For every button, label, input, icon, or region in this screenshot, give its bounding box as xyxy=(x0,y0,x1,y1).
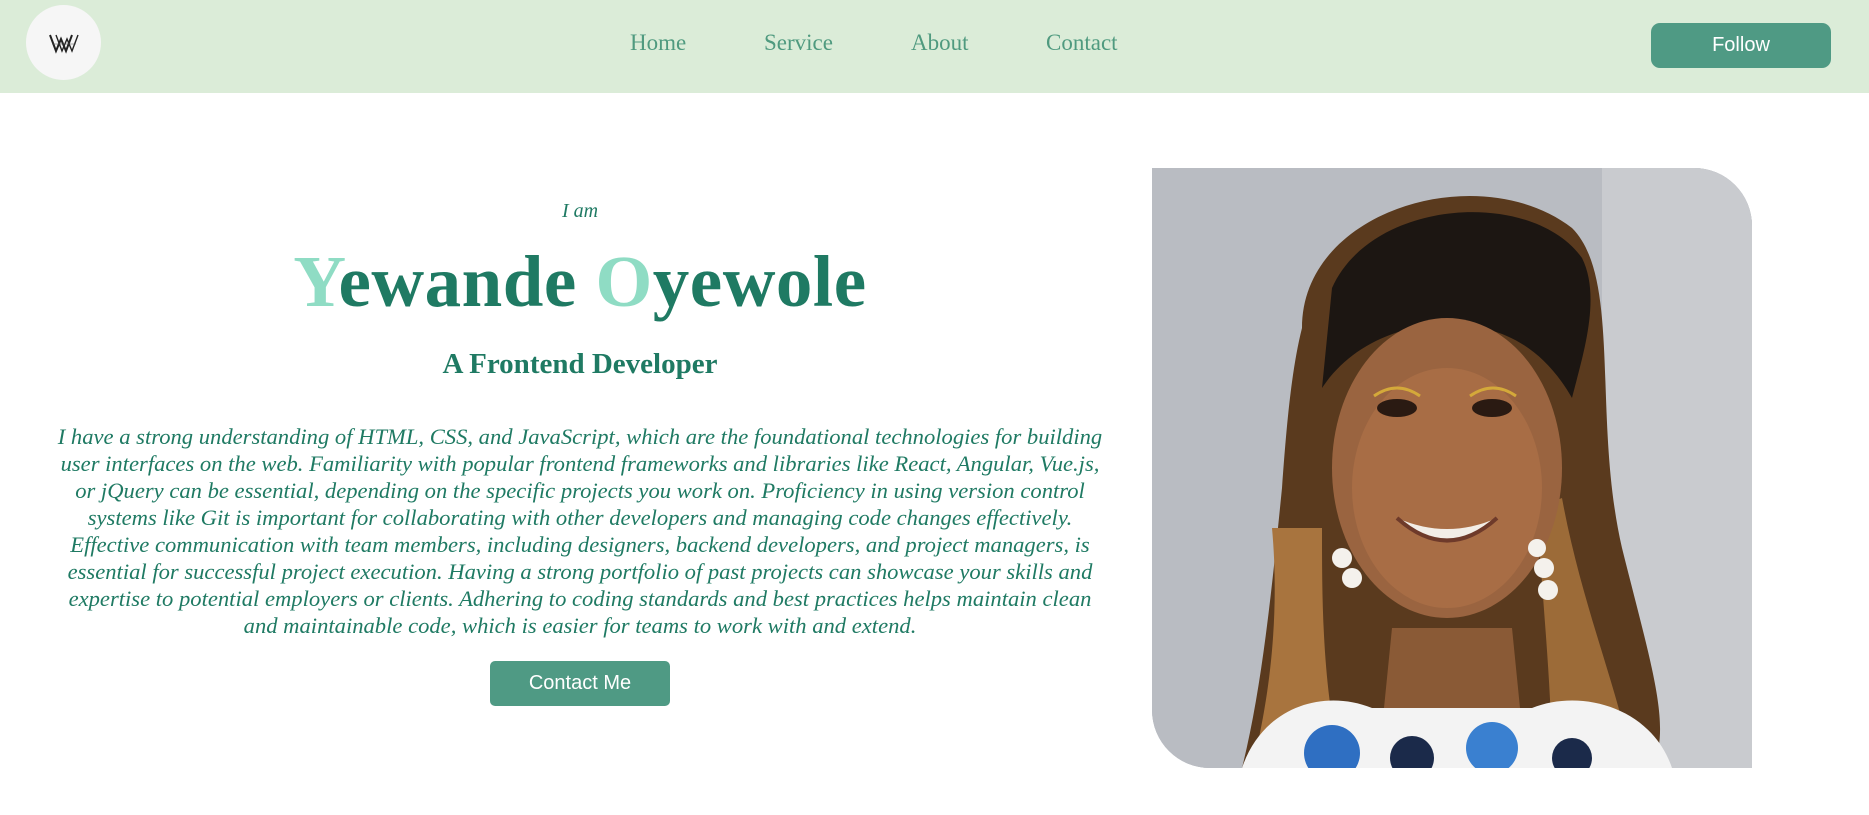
name-first-rest: ewande xyxy=(338,241,577,322)
follow-button[interactable]: Follow xyxy=(1651,23,1831,68)
name-initial-first: Y xyxy=(293,241,339,322)
contact-me-button[interactable]: Contact Me xyxy=(490,661,670,706)
developer-name: Yewande Oyewole xyxy=(55,245,1105,318)
nav-home[interactable]: Home xyxy=(630,30,686,56)
profile-photo xyxy=(1152,168,1752,768)
profile-photo-icon xyxy=(1152,168,1752,768)
nav-service[interactable]: Service xyxy=(764,30,833,56)
nav-about[interactable]: About xyxy=(911,30,969,56)
intro-text: I am xyxy=(561,200,599,222)
w-monogram-logo-icon xyxy=(48,34,79,54)
top-navbar: Home Service About Contact Follow xyxy=(0,0,1869,93)
logo[interactable] xyxy=(26,5,101,80)
role-title: A Frontend Developer xyxy=(442,348,718,380)
name-last-rest: yewole xyxy=(652,241,867,322)
hero-text: I am Yewande Oyewole A Frontend Develope… xyxy=(55,200,1105,706)
bio-paragraph: I have a strong understanding of HTML, C… xyxy=(57,424,1103,638)
name-initial-last: O xyxy=(595,241,653,322)
nav-contact[interactable]: Contact xyxy=(1046,30,1118,56)
